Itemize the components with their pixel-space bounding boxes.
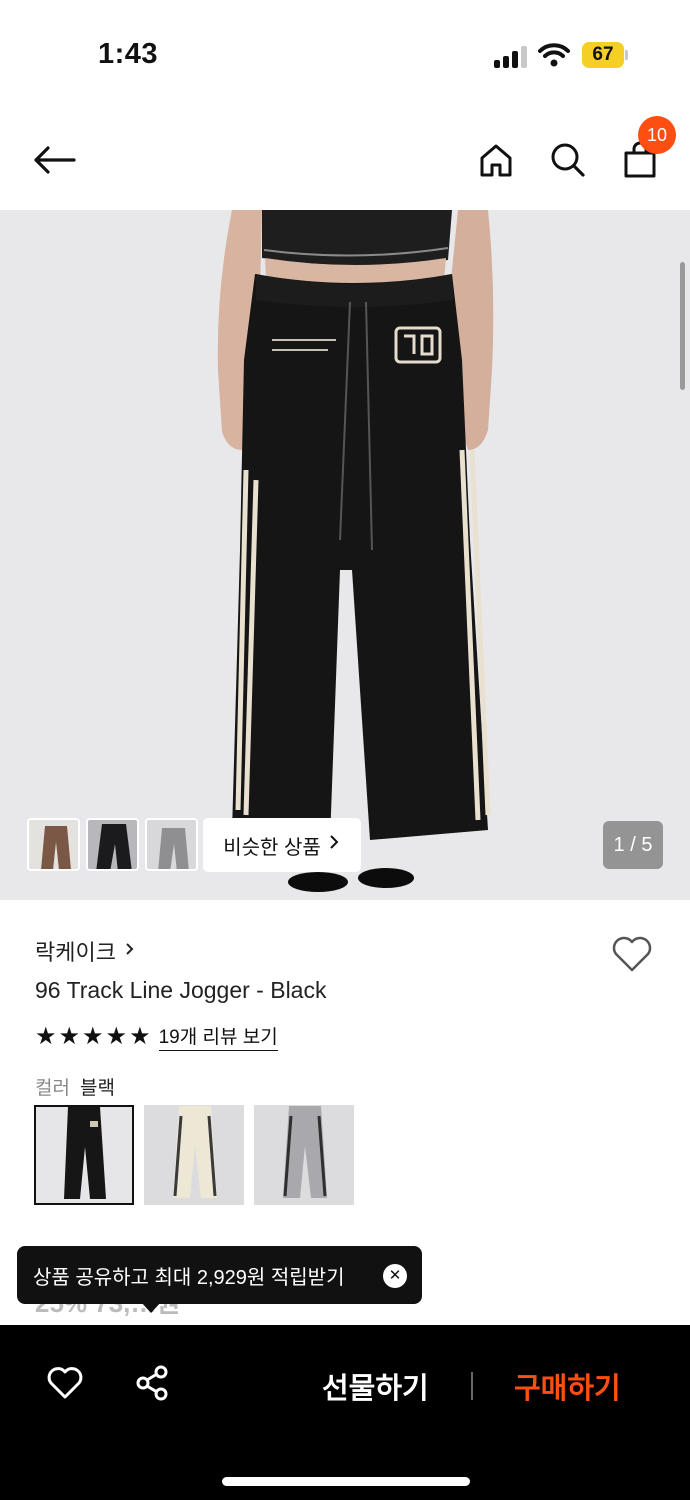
product-main-image: [0, 210, 690, 900]
gift-button[interactable]: 선물하기: [322, 1365, 429, 1407]
color-swatches: [34, 1105, 354, 1205]
chevron-right-icon: [327, 833, 341, 857]
color-option-row: 컬러 블랙: [35, 1073, 115, 1100]
star-icon: ★: [35, 1022, 57, 1050]
color-swatch-gray[interactable]: [254, 1105, 354, 1205]
gallery-thumbnails: [27, 818, 198, 871]
cellular-signal-icon: [494, 44, 530, 68]
status-time: 1:43: [98, 38, 159, 70]
top-nav: [0, 110, 690, 210]
buy-button[interactable]: 구매하기: [514, 1365, 621, 1407]
thumbnail-black[interactable]: [86, 818, 139, 871]
color-value: 블랙: [79, 1078, 115, 1099]
cart-count-badge: 10: [638, 116, 676, 154]
close-icon[interactable]: ✕: [383, 1264, 407, 1288]
chevron-right-icon: [124, 938, 136, 964]
reviews-link[interactable]: 19개 리뷰 보기: [158, 1022, 278, 1051]
star-icon: ★: [58, 1022, 81, 1050]
share-icon[interactable]: [133, 1363, 173, 1403]
toast-tail: [141, 1302, 161, 1313]
brand-link[interactable]: 락케이크: [35, 935, 136, 967]
status-bar: 1:43 67: [0, 0, 690, 110]
search-icon[interactable]: [544, 136, 592, 184]
divider: [471, 1372, 473, 1400]
rating-row: ★ ★ ★ ★ ★ 19개 리뷰 보기: [35, 1022, 278, 1051]
battery-level: 67: [582, 42, 624, 68]
home-indicator: [222, 1477, 470, 1486]
color-swatch-black[interactable]: [34, 1105, 134, 1205]
bottom-action-bar: 선물하기 구매하기: [0, 1325, 690, 1500]
color-label: 컬러: [35, 1078, 70, 1099]
thumbnail-brown[interactable]: [27, 818, 80, 871]
star-icon: ★: [105, 1022, 128, 1050]
star-rating: ★ ★ ★ ★ ★: [35, 1023, 151, 1051]
similar-products-button[interactable]: 비슷한 상품: [203, 818, 361, 872]
product-name: 96 Track Line Jogger - Black: [35, 977, 327, 1003]
heart-icon[interactable]: [45, 1363, 85, 1403]
similar-products-label: 비슷한 상품: [223, 836, 321, 859]
toast-message: 상품 공유하고 최대 2,929원 적립받기: [33, 1266, 345, 1289]
brand-name: 락케이크: [35, 940, 116, 965]
star-icon: ★: [82, 1022, 104, 1050]
image-page-counter: 1 / 5: [603, 821, 663, 869]
share-reward-toast: 상품 공유하고 최대 2,929원 적립받기: [17, 1246, 422, 1304]
wifi-icon: [538, 42, 570, 68]
star-icon: ★: [129, 1022, 151, 1050]
color-swatch-ivory[interactable]: [144, 1105, 244, 1205]
home-icon[interactable]: [472, 136, 520, 184]
back-arrow-icon[interactable]: [30, 136, 78, 184]
product-image-gallery[interactable]: 비슷한 상품 1 / 5: [0, 210, 690, 900]
scroll-indicator: [680, 262, 685, 390]
heart-icon[interactable]: [610, 932, 654, 976]
battery-icon: 67: [582, 42, 628, 68]
thumbnail-gray[interactable]: [145, 818, 198, 871]
